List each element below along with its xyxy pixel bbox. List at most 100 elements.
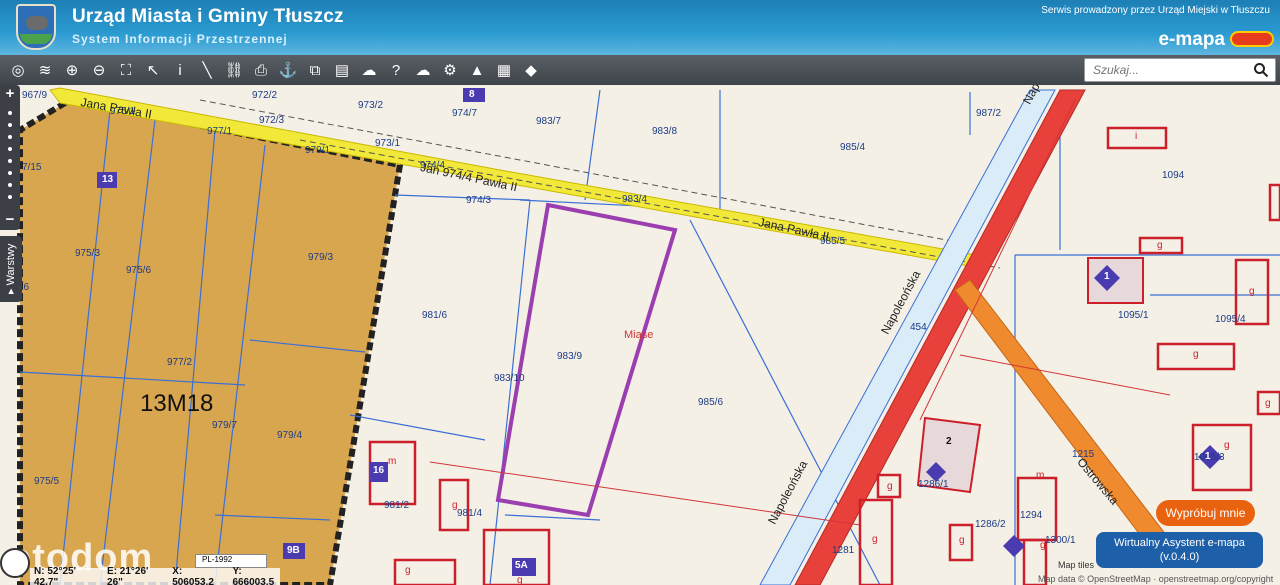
parcel-label: 985/4 — [840, 142, 866, 153]
attribution-tiles: Map tiles — [1058, 560, 1095, 570]
layers-tab-label: ▸ Warstwy — [5, 243, 17, 294]
warning-icon[interactable]: ▲ — [465, 58, 489, 82]
parcel-label: 979/3 — [308, 252, 334, 263]
zone-13m18-area — [17, 96, 404, 585]
zoom-in-icon[interactable]: ⊕ — [60, 58, 84, 82]
parcel-label: 1095/1 — [1118, 310, 1149, 321]
virtual-assistant-button[interactable]: Wirtualny Asystent e-mapa (v.0.4.0) — [1096, 532, 1263, 568]
attribution-data: Map data © OpenStreetMap · openstreetmap… — [1038, 574, 1274, 584]
assistant-version: (v.0.4.0) — [1159, 551, 1200, 563]
building-type-label: i — [1135, 131, 1138, 142]
brand-name[interactable]: e-mapa — [1158, 29, 1225, 51]
layers-panel-tab[interactable]: ▸ Warstwy — [0, 236, 22, 302]
globe-icon[interactable]: ◎ — [6, 58, 30, 82]
building-type-label: g — [517, 575, 523, 585]
parcel-label: 981/4 — [457, 508, 483, 519]
parcel-label: 972/3 — [259, 115, 285, 126]
zoom-extent-icon[interactable]: ⛶ — [114, 58, 138, 82]
zoom-in-button[interactable]: + — [0, 85, 20, 102]
building-type-label: g — [887, 481, 893, 492]
brand-logo-icon[interactable] — [1230, 31, 1274, 47]
parcel-label: 979/7 — [212, 420, 238, 431]
building-type-label: g — [405, 565, 411, 576]
parcel-label: 972/2 — [252, 90, 278, 101]
parcel-label: 1095/4 — [1215, 314, 1246, 325]
print-icon[interactable]: ⎙ — [249, 58, 273, 82]
building-type-label: g — [452, 500, 458, 511]
parcel-label: 974/7 — [452, 108, 478, 119]
building-number-marker[interactable]: 1 — [1104, 271, 1110, 282]
parcel-label: 987/2 — [976, 108, 1002, 119]
building-number-marker[interactable]: 5A — [515, 560, 528, 571]
toolbar-buttons: ◎ ≋ ⊕ ⊖ ⛶ ↖ i ╲ ⛓ ⎙ ⚓ ⧉ ▤ ☁? ☁ ⚙ ▲ ▦ ◆ — [6, 58, 543, 82]
zoom-control: + − — [0, 85, 20, 230]
search-icon[interactable] — [1253, 62, 1269, 78]
parcel-label: 977/1 — [207, 126, 233, 137]
building-number-marker[interactable]: 16 — [373, 465, 384, 476]
parcel-label: 983/7 — [536, 116, 562, 127]
building-number-marker[interactable]: 13 — [102, 174, 113, 185]
map-canvas[interactable]: 967/9 972/2 973/2 974/7 975/1 977/1 972/3 979/1… — [0, 85, 1280, 585]
city-crest-logo — [16, 4, 56, 50]
building-number-marker[interactable]: 1 — [1205, 451, 1211, 462]
assistant-title: Wirtualny Asystent e-mapa — [1114, 537, 1245, 549]
coord-x: X: 506053.2 — [172, 565, 214, 585]
help-icon[interactable]: ? — [384, 58, 408, 82]
location-pin-icon[interactable] — [0, 548, 30, 578]
layout-icon[interactable]: ▤ — [330, 58, 354, 82]
cloud-icon[interactable]: ☁ — [411, 58, 435, 82]
building-type-label: g — [1040, 540, 1046, 551]
coord-n: N: 52°25' 42.7" — [34, 565, 76, 585]
anchor-icon[interactable]: ⚓ — [276, 58, 300, 82]
parcel-label: 974/3 — [466, 195, 492, 206]
parcel-label: 1094 — [1162, 170, 1185, 181]
parcel-label: 1300/1 — [1045, 535, 1076, 546]
zone-label: 13M18 — [140, 390, 214, 417]
parcel-label: 973/2 — [358, 100, 384, 111]
palette-icon[interactable]: ▦ — [492, 58, 516, 82]
zoom-out-button[interactable]: − — [0, 211, 20, 228]
search-input[interactable] — [1085, 59, 1245, 81]
parcel-label: 967/9 — [22, 90, 48, 101]
marker-icon[interactable]: ◆ — [519, 58, 543, 82]
measure-icon[interactable]: ╲ — [195, 58, 219, 82]
building-type-label: g — [1157, 240, 1163, 251]
parcel-label: 1286/2 — [975, 519, 1006, 530]
parcel-label: 977/2 — [167, 357, 193, 368]
parcel-label: 983/8 — [652, 126, 678, 137]
parcel-label: 7/15 — [22, 162, 42, 173]
parcel-label: 975/3 — [75, 248, 101, 259]
link-icon[interactable]: ⛓ — [222, 58, 246, 82]
parcel-label: 981/2 — [384, 500, 410, 511]
parcel-label: 979/4 — [277, 430, 303, 441]
comment-icon[interactable]: ☁ — [357, 58, 381, 82]
search-box — [1084, 58, 1276, 82]
site-title: Urząd Miasta i Gminy Tłuszcz — [72, 6, 344, 27]
building-number-marker[interactable]: 9B — [287, 545, 300, 556]
coord-e: E: 21°26' 26" — [107, 565, 149, 585]
export-icon[interactable]: ⧉ — [303, 58, 327, 82]
building-type-label: g — [872, 534, 878, 545]
parcel-label: 983/4 — [622, 194, 648, 205]
osm-copyright-link[interactable]: openstreetmap.org/copyright — [1159, 574, 1274, 584]
parcel-label: 981/6 — [422, 310, 448, 321]
place-label: Miąse — [624, 329, 654, 341]
zoom-out-icon[interactable]: ⊖ — [87, 58, 111, 82]
layers-icon[interactable]: ≋ — [33, 58, 57, 82]
building-number-marker[interactable]: 2 — [946, 436, 952, 447]
building-type-label: g — [1265, 398, 1271, 409]
try-me-button[interactable]: Wypróbuj mnie — [1156, 500, 1255, 526]
settings-icon[interactable]: ⚙ — [438, 58, 462, 82]
parcel-label: 985/6 — [698, 397, 724, 408]
parcel-label: 983/10 — [494, 373, 525, 384]
header: Urząd Miasta i Gminy Tłuszcz System Info… — [0, 0, 1280, 55]
provider-text: Serwis prowadzony przez Urząd Miejski w … — [1041, 5, 1270, 16]
building-type-label: m — [388, 456, 397, 467]
coordinates-readout: N: 52°25' 42.7" E: 21°26' 26" X: 506053.… — [30, 565, 280, 585]
info-icon[interactable]: i — [168, 58, 192, 82]
building-number-marker[interactable]: 8 — [469, 89, 475, 100]
site-subtitle: System Informacji Przestrzennej — [72, 32, 288, 46]
parcel-label: 1286/1 — [918, 479, 949, 490]
building-type-label: g — [1249, 286, 1255, 297]
pointer-icon[interactable]: ↖ — [141, 58, 165, 82]
